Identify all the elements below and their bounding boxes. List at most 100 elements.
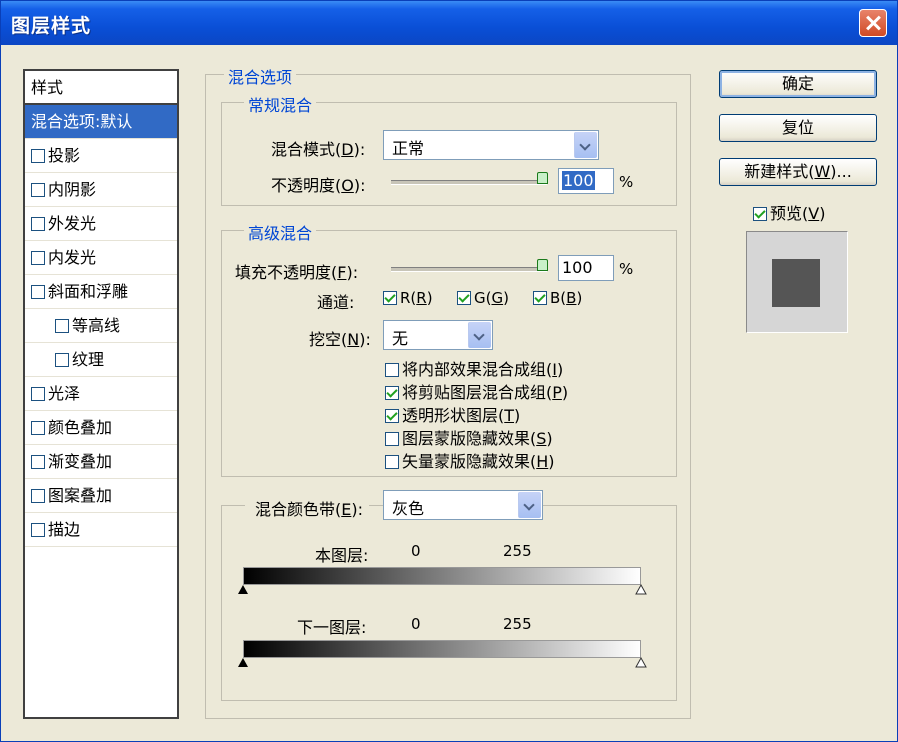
list-item-color-overlay[interactable]: 颜色叠加 xyxy=(25,411,177,445)
channel-b-checkbox[interactable] xyxy=(533,291,547,305)
opacity-unit: % xyxy=(619,173,634,191)
option-transparency-shapes-layer[interactable]: 透明形状图层(T) xyxy=(385,402,520,426)
list-item-blending-options[interactable]: 混合选项:默认 xyxy=(25,105,177,139)
list-item-label: 投影 xyxy=(48,146,81,165)
layer-mask-hides-checkbox[interactable] xyxy=(385,432,399,446)
list-item-label: 光泽 xyxy=(48,384,81,403)
preview-swatch xyxy=(772,259,820,307)
option-layer-mask-hides-effects[interactable]: 图层蒙版隐藏效果(S) xyxy=(385,425,553,449)
this-layer-white-slider[interactable] xyxy=(635,584,647,596)
blend-interior-checkbox[interactable] xyxy=(385,363,399,377)
transparency-shapes-checkbox[interactable] xyxy=(385,409,399,423)
satin-checkbox[interactable] xyxy=(31,387,45,401)
list-item-label: 混合选项:默认 xyxy=(31,112,133,131)
list-item-label: 颜色叠加 xyxy=(48,418,113,437)
underlying-layer-black-slider[interactable] xyxy=(238,658,248,667)
this-layer-black-slider[interactable] xyxy=(238,585,248,594)
vector-mask-hides-checkbox[interactable] xyxy=(385,455,399,469)
list-item-bevel-emboss[interactable]: 斜面和浮雕 xyxy=(25,275,177,309)
close-icon[interactable] xyxy=(859,9,887,37)
channel-r[interactable]: R(R) xyxy=(383,289,433,307)
underlying-layer-white-slider[interactable] xyxy=(635,657,647,669)
option-blend-clipped-as-group[interactable]: 将剪贴图层混合成组(P) xyxy=(385,379,568,403)
list-item-label: 纹理 xyxy=(72,350,105,369)
blend-if-value: 灰色 xyxy=(392,499,425,518)
blend-mode-label: 混合模式(D): xyxy=(271,140,366,159)
list-item-label: 斜面和浮雕 xyxy=(48,282,129,301)
channels-label: 通道: xyxy=(317,293,355,312)
list-item-label: 等高线 xyxy=(72,316,121,335)
color-overlay-checkbox[interactable] xyxy=(31,421,45,435)
bevel-emboss-checkbox[interactable] xyxy=(31,285,45,299)
this-layer-label: 本图层: xyxy=(315,546,369,565)
chevron-down-icon[interactable] xyxy=(518,492,541,518)
preview-toggle[interactable]: 预览(V) xyxy=(753,200,825,224)
stroke-checkbox[interactable] xyxy=(31,523,45,537)
gradient-overlay-checkbox[interactable] xyxy=(31,455,45,469)
outer-glow-checkbox[interactable] xyxy=(31,217,45,231)
preview-checkbox[interactable] xyxy=(753,207,767,221)
fill-opacity-slider-thumb[interactable] xyxy=(537,259,548,271)
knockout-value: 无 xyxy=(392,329,409,348)
opacity-slider-track[interactable] xyxy=(391,180,547,185)
opacity-slider-thumb[interactable] xyxy=(537,172,548,184)
list-item-satin[interactable]: 光泽 xyxy=(25,377,177,411)
blend-clipped-checkbox[interactable] xyxy=(385,386,399,400)
ok-button[interactable]: 确定 xyxy=(719,70,877,98)
channel-b[interactable]: B(B) xyxy=(533,289,582,307)
style-list-header: 样式 xyxy=(25,71,177,105)
blend-mode-value: 正常 xyxy=(392,139,425,158)
reset-button[interactable]: 复位 xyxy=(719,114,877,142)
pattern-overlay-checkbox[interactable] xyxy=(31,489,45,503)
underlying-layer-label: 下一图层: xyxy=(297,618,367,637)
texture-checkbox[interactable] xyxy=(55,353,69,367)
style-list: 样式 混合选项:默认 投影 内阴影 外发光 内发光 斜面和浮雕 等高线 纹理 光… xyxy=(23,69,179,719)
list-item-stroke[interactable]: 描边 xyxy=(25,513,177,547)
underlying-layer-min: 0 xyxy=(411,615,421,633)
list-item-gradient-overlay[interactable]: 渐变叠加 xyxy=(25,445,177,479)
knockout-select[interactable]: 无 xyxy=(383,320,493,350)
blend-if-label: 混合颜色带(E): xyxy=(245,496,369,520)
option-blend-interior-as-group[interactable]: 将内部效果混合成组(I) xyxy=(385,356,563,380)
opacity-input[interactable]: 100 xyxy=(558,168,614,194)
list-item-contour[interactable]: 等高线 xyxy=(25,309,177,343)
chevron-down-icon[interactable] xyxy=(468,322,491,348)
fill-opacity-slider-track[interactable] xyxy=(391,267,547,272)
channel-r-checkbox[interactable] xyxy=(383,291,397,305)
channel-g[interactable]: G(G) xyxy=(457,289,509,307)
opacity-label: 不透明度(O): xyxy=(271,176,366,195)
list-item-drop-shadow[interactable]: 投影 xyxy=(25,139,177,173)
drop-shadow-checkbox[interactable] xyxy=(31,149,45,163)
layer-style-dialog: 图层样式 样式 混合选项:默认 投影 内阴影 外发光 内发光 斜面和浮雕 等高线… xyxy=(0,0,898,742)
underlying-layer-max: 255 xyxy=(503,615,532,633)
channel-g-checkbox[interactable] xyxy=(457,291,471,305)
inner-shadow-checkbox[interactable] xyxy=(31,183,45,197)
list-item-label: 渐变叠加 xyxy=(48,452,113,471)
list-item-label: 描边 xyxy=(48,520,81,539)
inner-glow-checkbox[interactable] xyxy=(31,251,45,265)
fill-opacity-input[interactable]: 100 xyxy=(558,255,614,281)
blend-mode-select[interactable]: 正常 xyxy=(383,130,599,160)
list-item-pattern-overlay[interactable]: 图案叠加 xyxy=(25,479,177,513)
contour-checkbox[interactable] xyxy=(55,319,69,333)
list-item-outer-glow[interactable]: 外发光 xyxy=(25,207,177,241)
this-layer-max: 255 xyxy=(503,542,532,560)
list-item-inner-glow[interactable]: 内发光 xyxy=(25,241,177,275)
new-style-button[interactable]: 新建样式(W)... xyxy=(719,158,877,186)
this-layer-gradient-bar xyxy=(243,567,641,585)
option-vector-mask-hides-effects[interactable]: 矢量蒙版隐藏效果(H) xyxy=(385,448,555,472)
chevron-down-icon[interactable] xyxy=(574,132,597,158)
fill-opacity-label: 填充不透明度(F): xyxy=(235,263,359,282)
list-item-texture[interactable]: 纹理 xyxy=(25,343,177,377)
list-item-label: 内阴影 xyxy=(48,180,97,199)
list-item-inner-shadow[interactable]: 内阴影 xyxy=(25,173,177,207)
title-bar[interactable]: 图层样式 xyxy=(1,1,897,45)
style-preview xyxy=(746,231,848,333)
window-title: 图层样式 xyxy=(11,15,92,37)
advanced-blending-legend: 高级混合 xyxy=(244,220,317,244)
blend-if-select[interactable]: 灰色 xyxy=(383,490,543,520)
this-layer-min: 0 xyxy=(411,542,421,560)
list-item-label: 内发光 xyxy=(48,248,97,267)
blending-options-legend: 混合选项 xyxy=(224,64,297,88)
dialog-body: 样式 混合选项:默认 投影 内阴影 外发光 内发光 斜面和浮雕 等高线 纹理 光… xyxy=(5,45,893,737)
